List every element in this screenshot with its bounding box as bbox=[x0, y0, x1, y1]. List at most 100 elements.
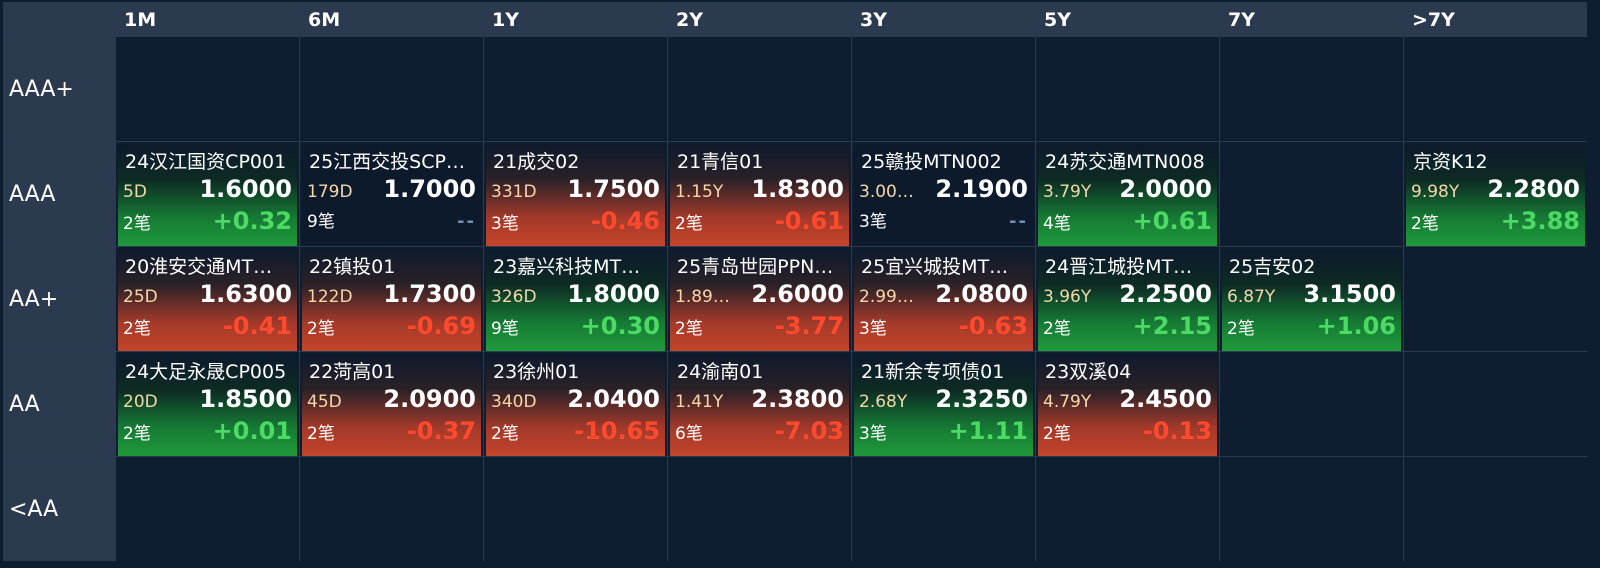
bond-term: 4.79Y bbox=[1043, 392, 1092, 412]
bond-card[interactable]: 21青信01 1.15Y 1.8300 2笔 -0.61 bbox=[670, 144, 849, 246]
bond-card[interactable]: 20淮安交通MT… 25D 1.6300 2笔 -0.41 bbox=[118, 249, 297, 351]
bond-term: 122D bbox=[307, 287, 353, 307]
bond-name: 24渝南01 bbox=[677, 361, 764, 383]
bond-name: 25宜兴城投MT… bbox=[861, 256, 1009, 278]
bond-card[interactable]: 京资K12 9.98Y 2.2800 2笔 +3.88 bbox=[1406, 144, 1585, 246]
bond-card[interactable]: 25江西交投SCP… 179D 1.7000 9笔 -- bbox=[302, 144, 481, 246]
trade-count: 9笔 bbox=[307, 212, 335, 232]
col-header-1y[interactable]: 1Y bbox=[484, 2, 667, 36]
bond-yield: 1.8300 bbox=[751, 175, 844, 203]
bond-name: 25江西交投SCP… bbox=[309, 151, 465, 173]
matrix-cell bbox=[852, 37, 1035, 141]
matrix-cell bbox=[300, 457, 483, 561]
bond-term: 6.87Y bbox=[1227, 287, 1276, 307]
col-header-2y[interactable]: 2Y bbox=[668, 2, 851, 36]
matrix-cell: 23嘉兴科技MT… 326D 1.8000 9笔 +0.30 bbox=[484, 247, 667, 351]
bond-term: 1.41Y bbox=[675, 392, 724, 412]
bond-name: 23徐州01 bbox=[493, 361, 580, 383]
matrix-cell bbox=[1036, 37, 1219, 141]
bond-yield: 2.1900 bbox=[935, 175, 1028, 203]
yield-change: +1.11 bbox=[948, 417, 1028, 445]
yield-change: -0.13 bbox=[1142, 417, 1212, 445]
bond-term: 3.79Y bbox=[1043, 182, 1092, 202]
bond-yield: 2.3250 bbox=[935, 385, 1028, 413]
matrix-cell: 25赣投MTN002 3.00… 2.1900 3笔 -- bbox=[852, 142, 1035, 246]
row-label: AA bbox=[3, 352, 115, 456]
yield-change: -0.63 bbox=[958, 312, 1028, 340]
bond-card[interactable]: 22菏高01 45D 2.0900 2笔 -0.37 bbox=[302, 354, 481, 456]
bond-card[interactable]: 24大足永晟CP005 20D 1.8500 2笔 +0.01 bbox=[118, 354, 297, 456]
bond-name: 21成交02 bbox=[493, 151, 580, 173]
col-header-1m[interactable]: 1M bbox=[116, 2, 299, 36]
row-label: <AA bbox=[3, 457, 115, 561]
matrix-cell bbox=[852, 457, 1035, 561]
bond-term: 1.89… bbox=[675, 287, 730, 307]
trade-count: 2笔 bbox=[1411, 214, 1439, 234]
matrix-cell bbox=[1220, 457, 1403, 561]
bond-yield: 2.3800 bbox=[751, 385, 844, 413]
bond-term: 2.68Y bbox=[859, 392, 908, 412]
bond-term: 340D bbox=[491, 392, 537, 412]
trade-count: 2笔 bbox=[123, 214, 151, 234]
matrix-cell bbox=[1404, 352, 1587, 456]
bond-name: 25青岛世园PPN… bbox=[677, 256, 834, 278]
bond-yield: 1.8000 bbox=[567, 280, 660, 308]
matrix-cell bbox=[484, 457, 667, 561]
bond-yield: 2.2800 bbox=[1487, 175, 1580, 203]
bond-card[interactable]: 25吉安02 6.87Y 3.1500 2笔 +1.06 bbox=[1222, 249, 1401, 351]
col-header-7y[interactable]: 7Y bbox=[1220, 2, 1403, 36]
bond-name: 22菏高01 bbox=[309, 361, 396, 383]
yield-change: +0.61 bbox=[1132, 207, 1212, 235]
matrix-cell: 21新余专项债01 2.68Y 2.3250 3笔 +1.11 bbox=[852, 352, 1035, 456]
bond-name: 23双溪04 bbox=[1045, 361, 1132, 383]
bond-name: 20淮安交通MT… bbox=[125, 256, 273, 278]
bond-card[interactable]: 24渝南01 1.41Y 2.3800 6笔 -7.03 bbox=[670, 354, 849, 456]
bond-card[interactable]: 21成交02 331D 1.7500 3笔 -0.46 bbox=[486, 144, 665, 246]
bond-card[interactable]: 25赣投MTN002 3.00… 2.1900 3笔 -- bbox=[854, 144, 1033, 246]
row-label: AAA bbox=[3, 142, 115, 246]
bond-yield: 1.8500 bbox=[199, 385, 292, 413]
bond-name: 23嘉兴科技MT… bbox=[493, 256, 641, 278]
bond-card[interactable]: 21新余专项债01 2.68Y 2.3250 3笔 +1.11 bbox=[854, 354, 1033, 456]
bond-card[interactable]: 25宜兴城投MT… 2.99… 2.0800 3笔 -0.63 bbox=[854, 249, 1033, 351]
trade-count: 2笔 bbox=[675, 214, 703, 234]
bond-card[interactable]: 23徐州01 340D 2.0400 2笔 -10.65 bbox=[486, 354, 665, 456]
bond-card[interactable]: 22镇投01 122D 1.7300 2笔 -0.69 bbox=[302, 249, 481, 351]
bond-term: 1.15Y bbox=[675, 182, 724, 202]
matrix-cell: 20淮安交通MT… 25D 1.6300 2笔 -0.41 bbox=[116, 247, 299, 351]
bond-term: 326D bbox=[491, 287, 537, 307]
trade-count: 2笔 bbox=[1227, 319, 1255, 339]
col-header-over-7y[interactable]: >7Y bbox=[1404, 2, 1587, 36]
bond-card[interactable]: 23双溪04 4.79Y 2.4500 2笔 -0.13 bbox=[1038, 354, 1217, 456]
bond-card[interactable]: 23嘉兴科技MT… 326D 1.8000 9笔 +0.30 bbox=[486, 249, 665, 351]
matrix-cell: 25吉安02 6.87Y 3.1500 2笔 +1.06 bbox=[1220, 247, 1403, 351]
yield-change: +0.32 bbox=[212, 207, 292, 235]
yield-change: -3.77 bbox=[774, 312, 844, 340]
yield-change: -0.37 bbox=[406, 417, 476, 445]
trade-count: 6笔 bbox=[675, 424, 703, 444]
bond-term: 25D bbox=[123, 287, 158, 307]
col-header-6m[interactable]: 6M bbox=[300, 2, 483, 36]
bond-term: 331D bbox=[491, 182, 537, 202]
bond-card[interactable]: 25青岛世园PPN… 1.89… 2.6000 2笔 -3.77 bbox=[670, 249, 849, 351]
bond-yield: 2.0900 bbox=[383, 385, 476, 413]
trade-count: 2笔 bbox=[123, 319, 151, 339]
col-header-5y[interactable]: 5Y bbox=[1036, 2, 1219, 36]
matrix-cell bbox=[300, 37, 483, 141]
bond-card[interactable]: 24苏交通MTN008 3.79Y 2.0000 4笔 +0.61 bbox=[1038, 144, 1217, 246]
bond-term: 45D bbox=[307, 392, 342, 412]
bond-card[interactable]: 24晋江城投MT… 3.96Y 2.2500 2笔 +2.15 bbox=[1038, 249, 1217, 351]
bond-name: 24大足永晟CP005 bbox=[125, 361, 287, 383]
bond-card[interactable]: 24汉江国资CP001 5D 1.6000 2笔 +0.32 bbox=[118, 144, 297, 246]
yield-change: -0.46 bbox=[590, 207, 660, 235]
bond-term: 20D bbox=[123, 392, 158, 412]
col-header-3y[interactable]: 3Y bbox=[852, 2, 1035, 36]
bond-yield: 2.6000 bbox=[751, 280, 844, 308]
matrix-cell bbox=[1404, 247, 1587, 351]
bond-yield: 1.6300 bbox=[199, 280, 292, 308]
matrix-cell: 21成交02 331D 1.7500 3笔 -0.46 bbox=[484, 142, 667, 246]
matrix-cell: 24晋江城投MT… 3.96Y 2.2500 2笔 +2.15 bbox=[1036, 247, 1219, 351]
matrix-cell bbox=[1220, 352, 1403, 456]
matrix-cell: 24大足永晟CP005 20D 1.8500 2笔 +0.01 bbox=[116, 352, 299, 456]
bond-yield: 2.0000 bbox=[1119, 175, 1212, 203]
